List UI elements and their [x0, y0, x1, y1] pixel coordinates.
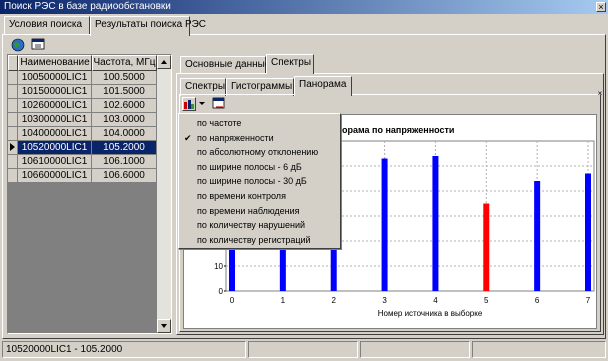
chart-bar — [381, 158, 388, 291]
status-pane-2 — [248, 341, 358, 358]
cell-frequency[interactable]: 104.0000 — [92, 127, 157, 141]
menu-item-label: по ширине полосы - 30 дБ — [197, 176, 307, 187]
tab-search-results[interactable]: Результаты поиска РЭС — [90, 16, 206, 36]
window-title: Поиск РЭС в базе радиообстановки — [4, 1, 171, 12]
cell-name[interactable]: 10610000LIC1 — [18, 155, 92, 169]
cell-frequency[interactable]: 102.6000 — [92, 99, 157, 113]
cell-frequency[interactable]: 101.5000 — [92, 85, 157, 99]
row-indicator[interactable] — [8, 155, 18, 169]
arrow-up-icon — [161, 60, 167, 64]
row-pointer-icon — [10, 143, 15, 151]
cell-name[interactable]: 10400000LIC1 — [18, 127, 92, 141]
tab-main-data[interactable]: Основные данные — [180, 56, 270, 74]
x-tick-label: 3 — [382, 296, 387, 305]
cell-frequency[interactable]: 106.1000 — [92, 155, 157, 169]
status-pane-4 — [472, 341, 606, 358]
cell-frequency[interactable]: 105.2000 — [92, 141, 157, 155]
chevron-down-icon[interactable] — [198, 97, 206, 111]
table-row[interactable]: 10660000LIC1 106.6000 — [8, 169, 157, 183]
menu-item-label: по напряженности — [197, 132, 274, 143]
cell-name[interactable]: 10260000LIC1 — [18, 99, 92, 113]
menu-item-label: по времени наблюдения — [197, 205, 300, 216]
main-tabstrip: Условия поиска Результаты поиска РЭС — [2, 16, 606, 36]
status-pane-3 — [360, 341, 470, 358]
menu-item[interactable]: ✔ по напряженности — [179, 132, 340, 145]
table-scrollbar[interactable] — [157, 55, 171, 333]
cell-name[interactable]: 10050000LIC1 — [18, 71, 92, 85]
tab-panorama[interactable]: Панорама — [294, 76, 352, 96]
table-row[interactable]: 10400000LIC1 104.0000 — [8, 127, 157, 141]
x-tick-label: 1 — [281, 296, 286, 305]
panel-close-icon[interactable]: × — [596, 90, 604, 98]
menu-item[interactable]: по ширине полосы - 6 дБ — [179, 161, 340, 174]
scroll-down-button[interactable] — [157, 319, 171, 333]
chart-bar — [432, 156, 439, 291]
copy-chart-icon[interactable] — [211, 97, 227, 111]
cell-name[interactable]: 10300000LIC1 — [18, 113, 92, 127]
cell-frequency[interactable]: 103.0000 — [92, 113, 157, 127]
globe-icon[interactable] — [11, 38, 27, 52]
row-indicator[interactable] — [8, 169, 18, 183]
chart-bar — [585, 173, 591, 291]
menu-item[interactable]: по абсолютному отклонению — [179, 146, 340, 159]
x-tick-label: 5 — [484, 296, 489, 305]
row-indicator[interactable] — [8, 141, 18, 155]
row-indicator[interactable] — [8, 85, 18, 99]
close-button[interactable]: × — [596, 2, 606, 12]
cell-frequency[interactable]: 100.5000 — [92, 71, 157, 85]
cell-name[interactable]: 10520000LIC1 — [18, 141, 92, 155]
menu-item-label: по времени контроля — [197, 191, 286, 201]
y-tick-label: 0 — [219, 287, 224, 296]
x-tick-label: 0 — [230, 296, 235, 305]
scroll-up-button[interactable] — [157, 55, 171, 69]
table-row[interactable]: 10520000LIC1 105.2000 — [8, 141, 157, 155]
column-header-frequency[interactable]: Частота, МГц — [92, 55, 157, 71]
menu-item-label: по ширине полосы - 6 дБ — [197, 161, 302, 172]
results-table: Наименование Частота, МГц 10050000LIC1 10… — [7, 54, 172, 334]
menu-item[interactable]: по количеству нарушений — [179, 219, 340, 232]
chart-bar — [534, 181, 541, 291]
row-indicator[interactable] — [8, 99, 18, 113]
table-row[interactable]: 10050000LIC1 100.5000 — [8, 71, 157, 85]
row-indicator[interactable] — [8, 71, 18, 85]
menu-item[interactable]: по времени контроля — [179, 190, 340, 203]
window-titlebar: Поиск РЭС в базе радиообстановки × — [0, 0, 608, 14]
x-axis-label: Номер источника в выборке — [378, 309, 483, 318]
export-icon[interactable] — [31, 38, 47, 52]
table-row[interactable]: 10610000LIC1 106.1000 — [8, 155, 157, 169]
menu-item[interactable]: по частоте — [179, 117, 340, 130]
menu-item[interactable]: по количеству регистраций — [179, 234, 340, 247]
x-tick-label: 2 — [331, 296, 336, 305]
row-indicator[interactable] — [8, 113, 18, 127]
table-corner — [8, 55, 18, 71]
cell-name[interactable]: 10150000LIC1 — [18, 85, 92, 99]
y-tick-label: 10 — [214, 262, 223, 271]
column-header-name[interactable]: Наименование — [18, 55, 92, 71]
tab-search-conditions[interactable]: Условия поиска — [4, 16, 90, 34]
menu-item-label: по количеству нарушений — [197, 220, 306, 231]
row-indicator[interactable] — [8, 127, 18, 141]
x-tick-label: 6 — [535, 296, 540, 305]
table-row[interactable]: 10300000LIC1 103.0000 — [8, 113, 157, 127]
arrow-down-icon — [161, 324, 167, 328]
tab-spectra[interactable]: Спектры — [266, 54, 314, 74]
sort-menu: по частоте ✔ по напряженности по абсолютном… — [178, 113, 341, 249]
menu-item-label: по частоте — [197, 118, 242, 128]
chart-bar — [483, 203, 490, 291]
check-icon: ✔ — [184, 132, 192, 143]
chart-type-icon[interactable] — [182, 97, 196, 111]
menu-item-label: по количеству регистраций — [197, 234, 311, 245]
table-empty-area — [8, 183, 157, 333]
table-row[interactable]: 10260000LIC1 102.6000 — [8, 99, 157, 113]
x-tick-label: 7 — [586, 296, 591, 305]
chart-title: орама по напряженности — [342, 125, 454, 135]
table-row[interactable]: 10150000LIC1 101.5000 — [8, 85, 157, 99]
status-selected-record: 10520000LIC1 - 105.2000 — [2, 341, 246, 358]
cell-frequency[interactable]: 106.6000 — [92, 169, 157, 183]
x-tick-label: 4 — [433, 296, 438, 305]
menu-item-label: по абсолютному отклонению — [197, 147, 319, 158]
menu-item[interactable]: по ширине полосы - 30 дБ — [179, 175, 340, 188]
menu-item[interactable]: по времени наблюдения — [179, 205, 340, 218]
cell-name[interactable]: 10660000LIC1 — [18, 169, 92, 183]
